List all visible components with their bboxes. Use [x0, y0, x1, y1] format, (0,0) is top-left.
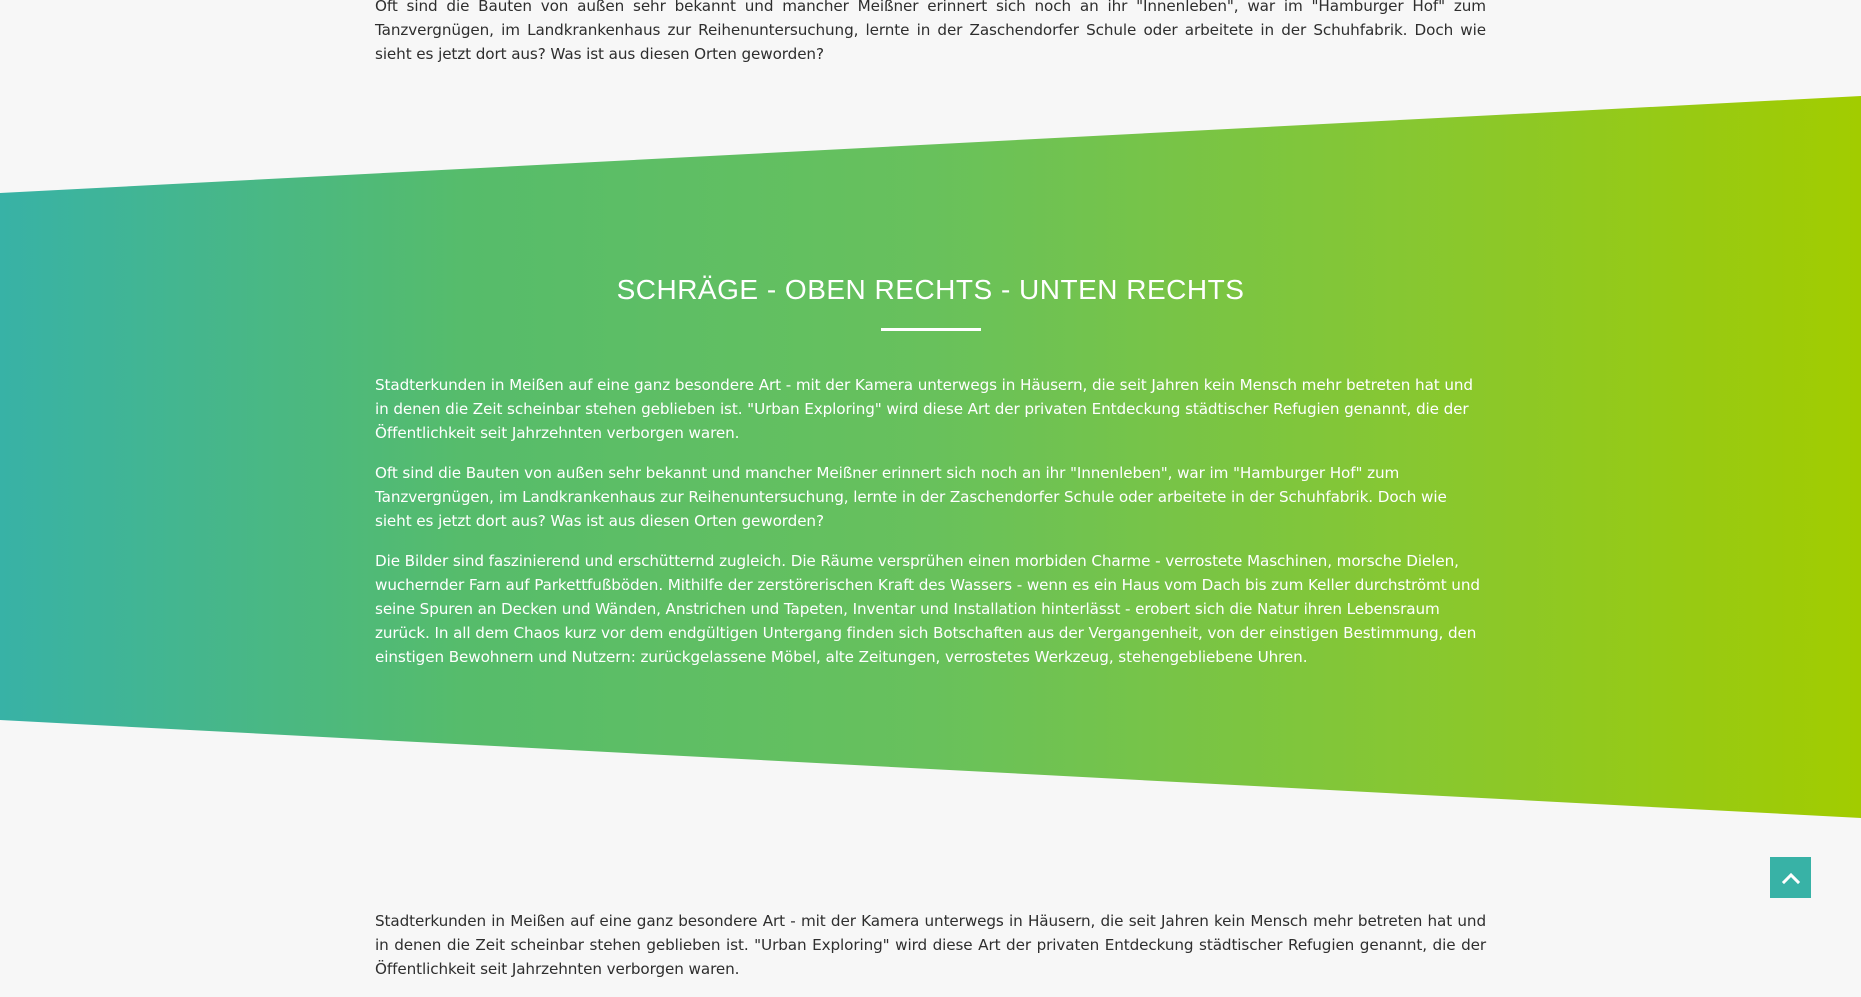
band-content: SCHRÄGE - OBEN RECHTS - UNTEN RECHTS Sta…: [375, 266, 1486, 685]
title-underline: [880, 328, 981, 331]
bottom-paragraph: Stadterkunden in Meißen auf eine ganz be…: [375, 912, 1486, 978]
scroll-to-top-button[interactable]: [1770, 857, 1811, 898]
section-title: SCHRÄGE - OBEN RECHTS - UNTEN RECHTS: [616, 274, 1245, 305]
bottom-text-section: Stadterkunden in Meißen auf eine ganz be…: [375, 909, 1486, 997]
band-paragraph-2: Oft sind die Bauten von außen sehr bekan…: [375, 464, 1447, 530]
band-paragraph-3: Die Bilder sind faszinierend und erschüt…: [375, 552, 1480, 666]
top-paragraph: Oft sind die Bauten von außen sehr bekan…: [375, 0, 1486, 63]
chevron-up-icon: [1781, 872, 1800, 884]
top-text-section: Oft sind die Bauten von außen sehr bekan…: [375, 0, 1486, 82]
band-paragraph-1: Stadterkunden in Meißen auf eine ganz be…: [375, 376, 1473, 442]
